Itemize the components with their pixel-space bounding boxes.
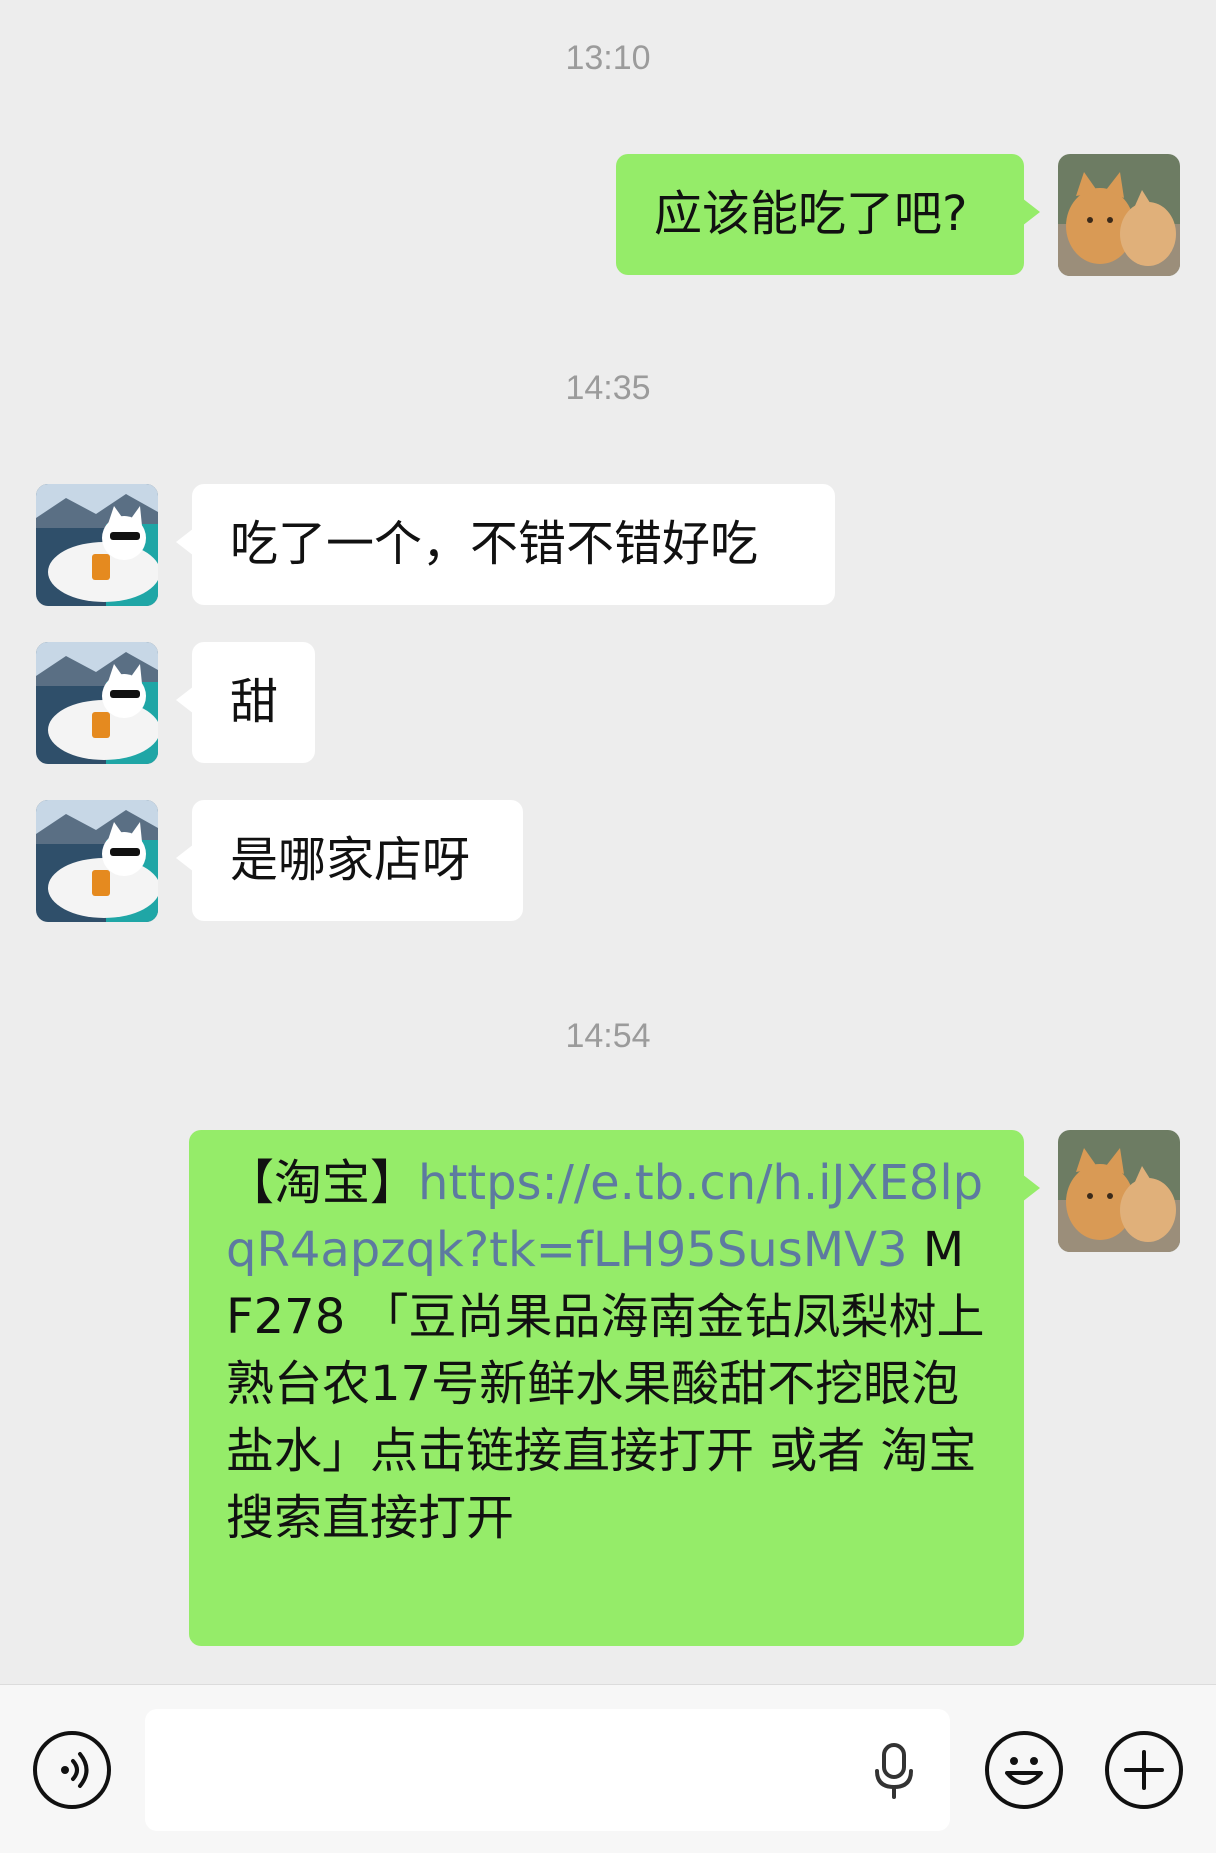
my-avatar[interactable] xyxy=(1058,1130,1180,1252)
contact-avatar[interactable] xyxy=(36,800,158,922)
chat-area[interactable]: 13:10 应该能吃了吧? 14:35 吃了一个，不错不错好吃 甜 是哪家店呀 … xyxy=(0,0,1216,1684)
microphone-icon[interactable] xyxy=(869,1741,919,1801)
emoji-button[interactable] xyxy=(985,1731,1063,1809)
contact-avatar[interactable] xyxy=(36,642,158,764)
timestamp: 14:35 xyxy=(565,369,651,407)
timestamp: 13:10 xyxy=(565,39,651,77)
cat-avatar-icon xyxy=(1058,1130,1180,1252)
my-avatar[interactable] xyxy=(1058,154,1180,276)
message-text: 甜 xyxy=(230,674,279,730)
message-text: 应该能吃了吧? xyxy=(654,186,968,242)
received-message-bubble[interactable]: 甜 xyxy=(176,642,315,763)
input-toolbar xyxy=(0,1684,1216,1853)
message-prefix: 【淘宝】 xyxy=(226,1155,419,1211)
sent-message-bubble[interactable]: 【淘宝】https://e.tb.cn/h.iJXE8lpqR4apzqk?tk… xyxy=(189,1130,1040,1646)
plus-icon xyxy=(1124,1750,1164,1790)
cat-avatar-icon xyxy=(1058,154,1180,276)
cat-sunglasses-avatar-icon xyxy=(36,642,158,764)
cat-sunglasses-avatar-icon xyxy=(36,800,158,922)
cat-sunglasses-avatar-icon xyxy=(36,484,158,606)
message-text: 吃了一个，不错不错好吃 xyxy=(230,516,759,572)
received-message-bubble[interactable]: 是哪家店呀 xyxy=(176,800,523,921)
voice-toggle-icon xyxy=(61,1752,89,1788)
received-message-bubble[interactable]: 吃了一个，不错不错好吃 xyxy=(176,484,835,605)
contact-avatar[interactable] xyxy=(36,484,158,606)
voice-toggle-button[interactable] xyxy=(33,1731,111,1809)
timestamp: 14:54 xyxy=(565,1017,651,1055)
message-text: 是哪家店呀 xyxy=(230,832,471,888)
sent-message-bubble[interactable]: 应该能吃了吧? xyxy=(616,154,1040,275)
emoji-icon xyxy=(1005,1757,1043,1785)
more-button[interactable] xyxy=(1105,1731,1183,1809)
message-input[interactable] xyxy=(145,1709,950,1831)
